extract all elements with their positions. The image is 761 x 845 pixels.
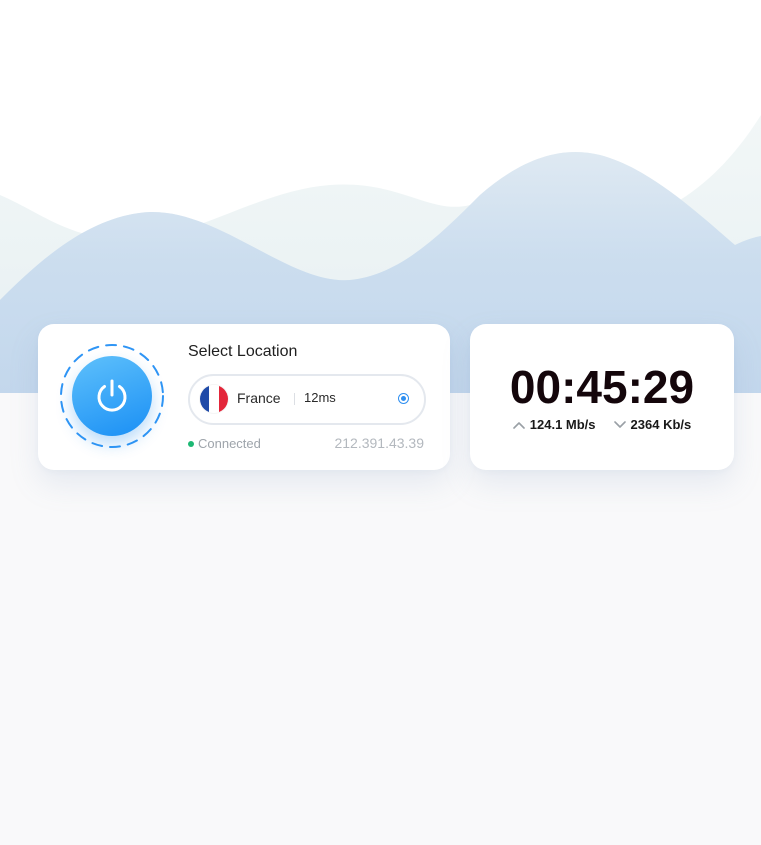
download-speed: 2364 Kb/s [630, 417, 692, 432]
power-button[interactable] [72, 356, 152, 436]
chevron-up-icon [512, 421, 525, 429]
status-dot-icon [188, 441, 194, 447]
divider [294, 393, 295, 405]
country-name: France [237, 390, 281, 406]
location-selector[interactable]: France 12ms [188, 374, 426, 425]
select-location-title: Select Location [188, 343, 298, 360]
france-flag-icon [200, 385, 228, 413]
chevron-down-icon [613, 420, 626, 428]
session-timer: 00:45:29 [509, 361, 695, 413]
location-card: Select Location France 12ms Connected 21… [38, 324, 450, 470]
download-stat: 2364 Kb/s [613, 417, 692, 432]
power-icon [97, 379, 127, 412]
speed-stats: 124.1 Mb/s 2364 Kb/s [470, 417, 734, 432]
ip-address: 212.391.43.39 [334, 435, 424, 451]
ping-value: 12ms [304, 390, 336, 405]
status-text: Connected [198, 436, 261, 451]
connection-status: Connected [188, 436, 261, 451]
session-card: 00:45:29 124.1 Mb/s 2364 Kb/s [470, 324, 734, 470]
upload-stat: 124.1 Mb/s [512, 417, 596, 432]
radio-selected-icon[interactable] [398, 393, 409, 404]
upload-speed: 124.1 Mb/s [529, 417, 596, 432]
